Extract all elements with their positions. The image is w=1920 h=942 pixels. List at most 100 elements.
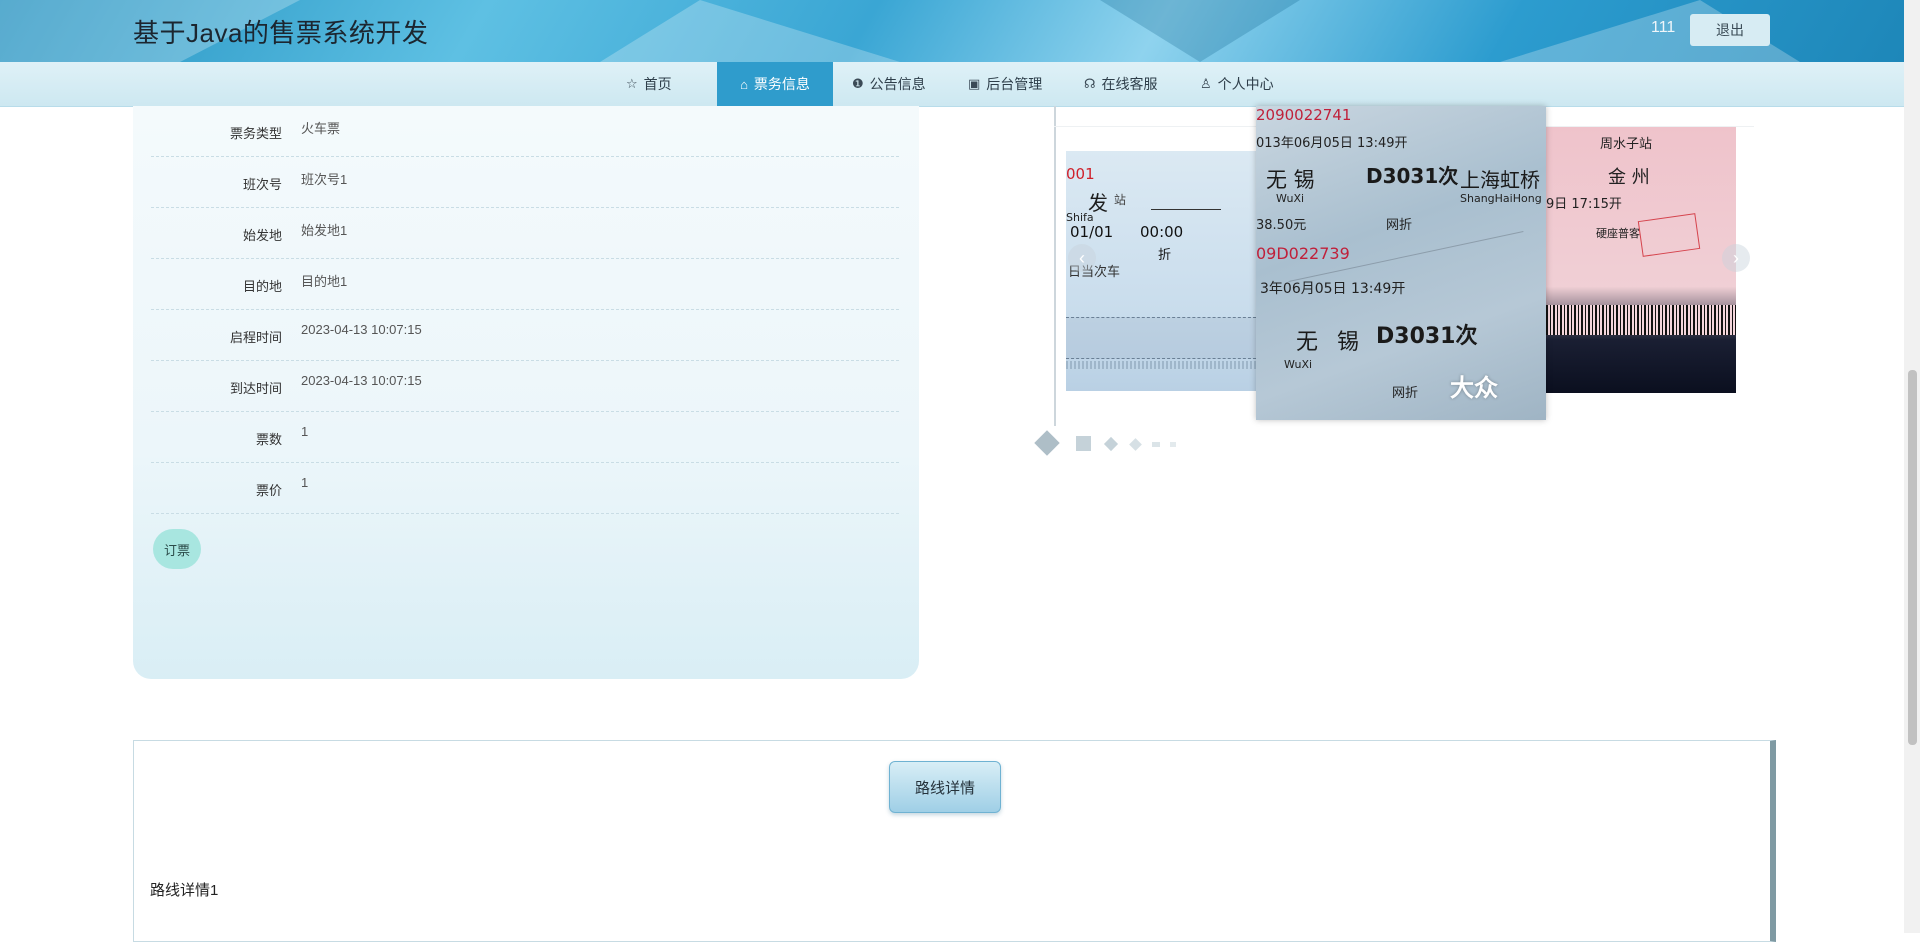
nav-item-home[interactable]: ☆ 首页 xyxy=(626,62,672,106)
detail-row-type: 票务类型 火车票 xyxy=(151,106,899,157)
detail-row-shift: 班次号 班次号1 xyxy=(151,157,899,208)
nav-item-label: 首页 xyxy=(643,76,672,92)
ticket-train: D3031次 xyxy=(1366,164,1459,188)
alert-circle-icon: ❶ xyxy=(852,76,864,91)
nav-item-label: 后台管理 xyxy=(986,76,1043,92)
detail-row-destination: 目的地 目的地1 xyxy=(151,259,899,310)
route-details-text: 路线详情1 xyxy=(150,882,219,899)
nav-item-label: 个人中心 xyxy=(1217,76,1274,92)
carousel-dot-active[interactable] xyxy=(1034,430,1060,456)
detail-label: 目的地 xyxy=(242,279,282,294)
carousel-dot[interactable] xyxy=(1170,442,1176,447)
ticket-to: 上海虹桥 xyxy=(1460,168,1540,192)
ticket-code: 001 xyxy=(1066,165,1095,183)
carousel-next-button[interactable]: › xyxy=(1722,244,1750,272)
main-nav: ☆ 首页 ⌂ 票务信息 ❶ 公告信息 ▣ 后台管理 ☊ 在线客服 ♙ 个人中心 xyxy=(0,62,1904,107)
nav-item-label: 在线客服 xyxy=(1101,76,1158,92)
ticket-from-bottom: 无 锡 xyxy=(1296,330,1365,355)
ticket-station: 站 xyxy=(1114,193,1127,207)
ticket-barcode xyxy=(1066,361,1256,369)
ticket-time: 9日 17:15开 xyxy=(1546,197,1622,212)
detail-row-price: 票价 1 xyxy=(151,463,899,514)
detail-label: 班次号 xyxy=(242,177,282,192)
briefcase-icon: ▣ xyxy=(968,76,981,91)
carousel-dot[interactable] xyxy=(1152,442,1160,447)
detail-row-departure-time: 启程时间 2023-04-13 10:07:15 xyxy=(151,310,899,361)
ticket-tag-bottom: 网折 xyxy=(1392,386,1419,401)
ticket-price: 38.50元 xyxy=(1256,218,1307,233)
detail-label: 票数 xyxy=(255,432,282,447)
carousel-dot[interactable] xyxy=(1103,436,1119,452)
detail-label: 票价 xyxy=(255,483,282,498)
nav-item-admin[interactable]: ▣ 后台管理 xyxy=(968,62,1042,106)
chevron-left-icon: ‹ xyxy=(1079,247,1085,268)
ticket-train-bottom: D3031次 xyxy=(1376,324,1478,349)
carousel-pagination xyxy=(1034,430,1194,460)
ticket-arrow-line xyxy=(1151,209,1221,210)
logout-button[interactable]: 退出 xyxy=(1690,14,1770,46)
detail-value: 1 xyxy=(301,424,309,439)
headset-icon: ☊ xyxy=(1084,76,1096,91)
detail-value: 始发地1 xyxy=(301,223,348,238)
detail-value: 2023-04-13 10:07:15 xyxy=(301,373,422,388)
ticket-detail-card: 票务类型 火车票 班次号 班次号1 始发地 始发地1 目的地 目的地1 启程时间… xyxy=(133,106,919,679)
ticket-date: 013年06月05日 13:49开 xyxy=(1256,136,1408,151)
watermark-text: 大众 xyxy=(1450,374,1498,402)
carousel-slide-left[interactable]: 001 发 站 Shifa 01/01 00:00 折 日当次车 xyxy=(1066,151,1256,391)
ticket-code: 2090022741 xyxy=(1256,106,1352,124)
detail-row-ticket-count: 票数 1 xyxy=(151,412,899,463)
ticket-station: 周水子站 xyxy=(1600,137,1653,152)
ticket-date: 01/01 xyxy=(1070,223,1114,241)
carousel-slide-right[interactable]: 周水子站 金 州 9日 17:15开 硬座普客 xyxy=(1546,127,1736,393)
ticket-to-pinyin: ShangHaiHong xyxy=(1460,192,1542,205)
carousel-dot[interactable] xyxy=(1076,436,1091,451)
ticket-date-bottom: 3年06月05日 13:49开 xyxy=(1260,281,1406,297)
route-details-heading: 路线详情 xyxy=(889,761,1001,813)
page-scrollbar[interactable] xyxy=(1904,0,1920,933)
header-bar: 基于Java的售票系统开发 111 退出 xyxy=(0,0,1920,62)
ticket-time: 00:00 xyxy=(1140,223,1184,241)
bag-icon: ⌂ xyxy=(740,76,748,92)
scrollbar-thumb[interactable] xyxy=(1908,370,1917,745)
detail-value: 班次号1 xyxy=(301,172,348,187)
nav-item-label: 公告信息 xyxy=(869,76,926,92)
detail-row-arrival-time: 到达时间 2023-04-13 10:07:15 xyxy=(151,361,899,412)
route-details-section: 路线详情 路线详情1 xyxy=(133,740,1776,942)
carousel-frame-line xyxy=(1054,106,1056,426)
ticket-stamp xyxy=(1637,213,1701,257)
ticket-blur-strip xyxy=(1066,317,1256,359)
ticket-from: 无 锡 xyxy=(1266,168,1315,192)
detail-value: 2023-04-13 10:07:15 xyxy=(301,322,422,337)
detail-label: 启程时间 xyxy=(229,330,282,345)
detail-value: 火车票 xyxy=(301,121,341,136)
ticket-note: 折 xyxy=(1158,248,1172,263)
carousel-slide-center[interactable]: 2090022741 013年06月05日 13:49开 无 锡 D3031次 … xyxy=(1256,106,1546,420)
site-title: 基于Java的售票系统开发 xyxy=(133,18,429,48)
ticket-code-bottom: 09D022739 xyxy=(1256,244,1350,263)
nav-item-announcements[interactable]: ❶ 公告信息 xyxy=(852,62,926,106)
nav-item-label: 票务信息 xyxy=(753,76,810,92)
carousel-prev-button[interactable]: ‹ xyxy=(1068,244,1096,272)
star-icon: ☆ xyxy=(626,76,638,91)
ticket-from-pinyin-bottom: WuXi xyxy=(1284,358,1313,371)
ticket-barcode xyxy=(1546,305,1736,335)
ticket-tag: 网折 xyxy=(1386,218,1413,233)
image-carousel: 001 发 站 Shifa 01/01 00:00 折 日当次车 周水子站 金 … xyxy=(1040,106,1756,466)
detail-value: 1 xyxy=(301,475,309,490)
detail-row-origin: 始发地 始发地1 xyxy=(151,208,899,259)
ticket-seat: 硬座普客 xyxy=(1596,227,1640,240)
chevron-right-icon: › xyxy=(1733,247,1739,268)
user-icon: ♙ xyxy=(1200,76,1212,91)
nav-item-customer-service[interactable]: ☊ 在线客服 xyxy=(1084,62,1158,106)
detail-label: 票务类型 xyxy=(229,126,282,141)
ticket-destination: 金 州 xyxy=(1608,167,1650,188)
username-label: 111 xyxy=(1651,19,1676,36)
carousel-dot[interactable] xyxy=(1129,438,1142,451)
detail-label: 始发地 xyxy=(242,228,282,243)
nav-item-ticket-info[interactable]: ⌂ 票务信息 xyxy=(717,62,833,106)
nav-item-profile[interactable]: ♙ 个人中心 xyxy=(1200,62,1274,106)
ticket-from-pinyin: WuXi xyxy=(1276,192,1305,205)
detail-value: 目的地1 xyxy=(301,274,348,289)
book-ticket-button[interactable]: 订票 xyxy=(153,529,201,569)
detail-label: 到达时间 xyxy=(229,381,282,396)
